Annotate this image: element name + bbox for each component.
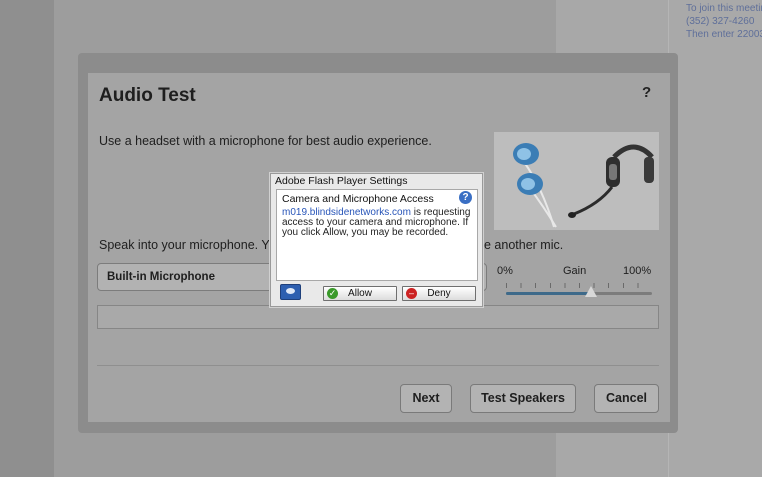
modal-help-icon[interactable]: ? xyxy=(642,84,651,101)
modal-title: Audio Test xyxy=(99,85,196,106)
background-right-panel xyxy=(668,0,762,477)
allow-button[interactable]: ✓ Allow xyxy=(323,286,397,301)
gain-max-label: 100% xyxy=(623,265,652,277)
headset-image xyxy=(494,132,659,230)
allow-button-label: Allow xyxy=(348,288,372,299)
webcam-settings-icon[interactable] xyxy=(280,284,301,300)
dial-in-line: (352) 327-4260 xyxy=(686,16,755,27)
deny-button[interactable]: – Deny xyxy=(402,286,476,301)
speak-instruction-text-end: e another mic. xyxy=(484,238,564,252)
speak-instruction-text: Speak into your microphone. You xyxy=(99,238,283,252)
background-dial-in-text: To join this meeting (352) 327-4260 Then… xyxy=(686,2,762,41)
deny-button-label: Deny xyxy=(427,288,451,299)
gain-slider-thumb[interactable] xyxy=(584,286,597,297)
flash-dialog-title: Adobe Flash Player Settings xyxy=(275,175,408,187)
mic-level-meter xyxy=(97,305,659,329)
dial-in-line: Then enter 22003 xyxy=(686,29,762,40)
background-left-panel xyxy=(0,0,54,477)
dial-in-line: To join this meeting xyxy=(686,3,762,14)
modal-divider xyxy=(97,365,659,366)
gain-label: Gain xyxy=(563,265,587,277)
intro-text: Use a headset with a microphone for best… xyxy=(99,134,432,148)
flash-dialog-message: m019.blindsidenetworks.com is requesting… xyxy=(282,208,474,238)
headset-illustration xyxy=(513,143,654,228)
test-speakers-button[interactable]: Test Speakers xyxy=(470,384,576,413)
gain-slider-ticks xyxy=(506,283,652,288)
next-button[interactable]: Next xyxy=(400,384,452,413)
help-icon[interactable]: ? xyxy=(459,191,472,204)
gain-min-label: 0% xyxy=(497,265,513,277)
microphone-select-value: Built-in Microphone xyxy=(107,271,215,283)
gain-slider[interactable] xyxy=(506,286,652,297)
gain-slider-fill xyxy=(506,292,591,295)
flash-dialog-heading: Camera and Microphone Access xyxy=(282,193,434,205)
cancel-button[interactable]: Cancel xyxy=(594,384,659,413)
